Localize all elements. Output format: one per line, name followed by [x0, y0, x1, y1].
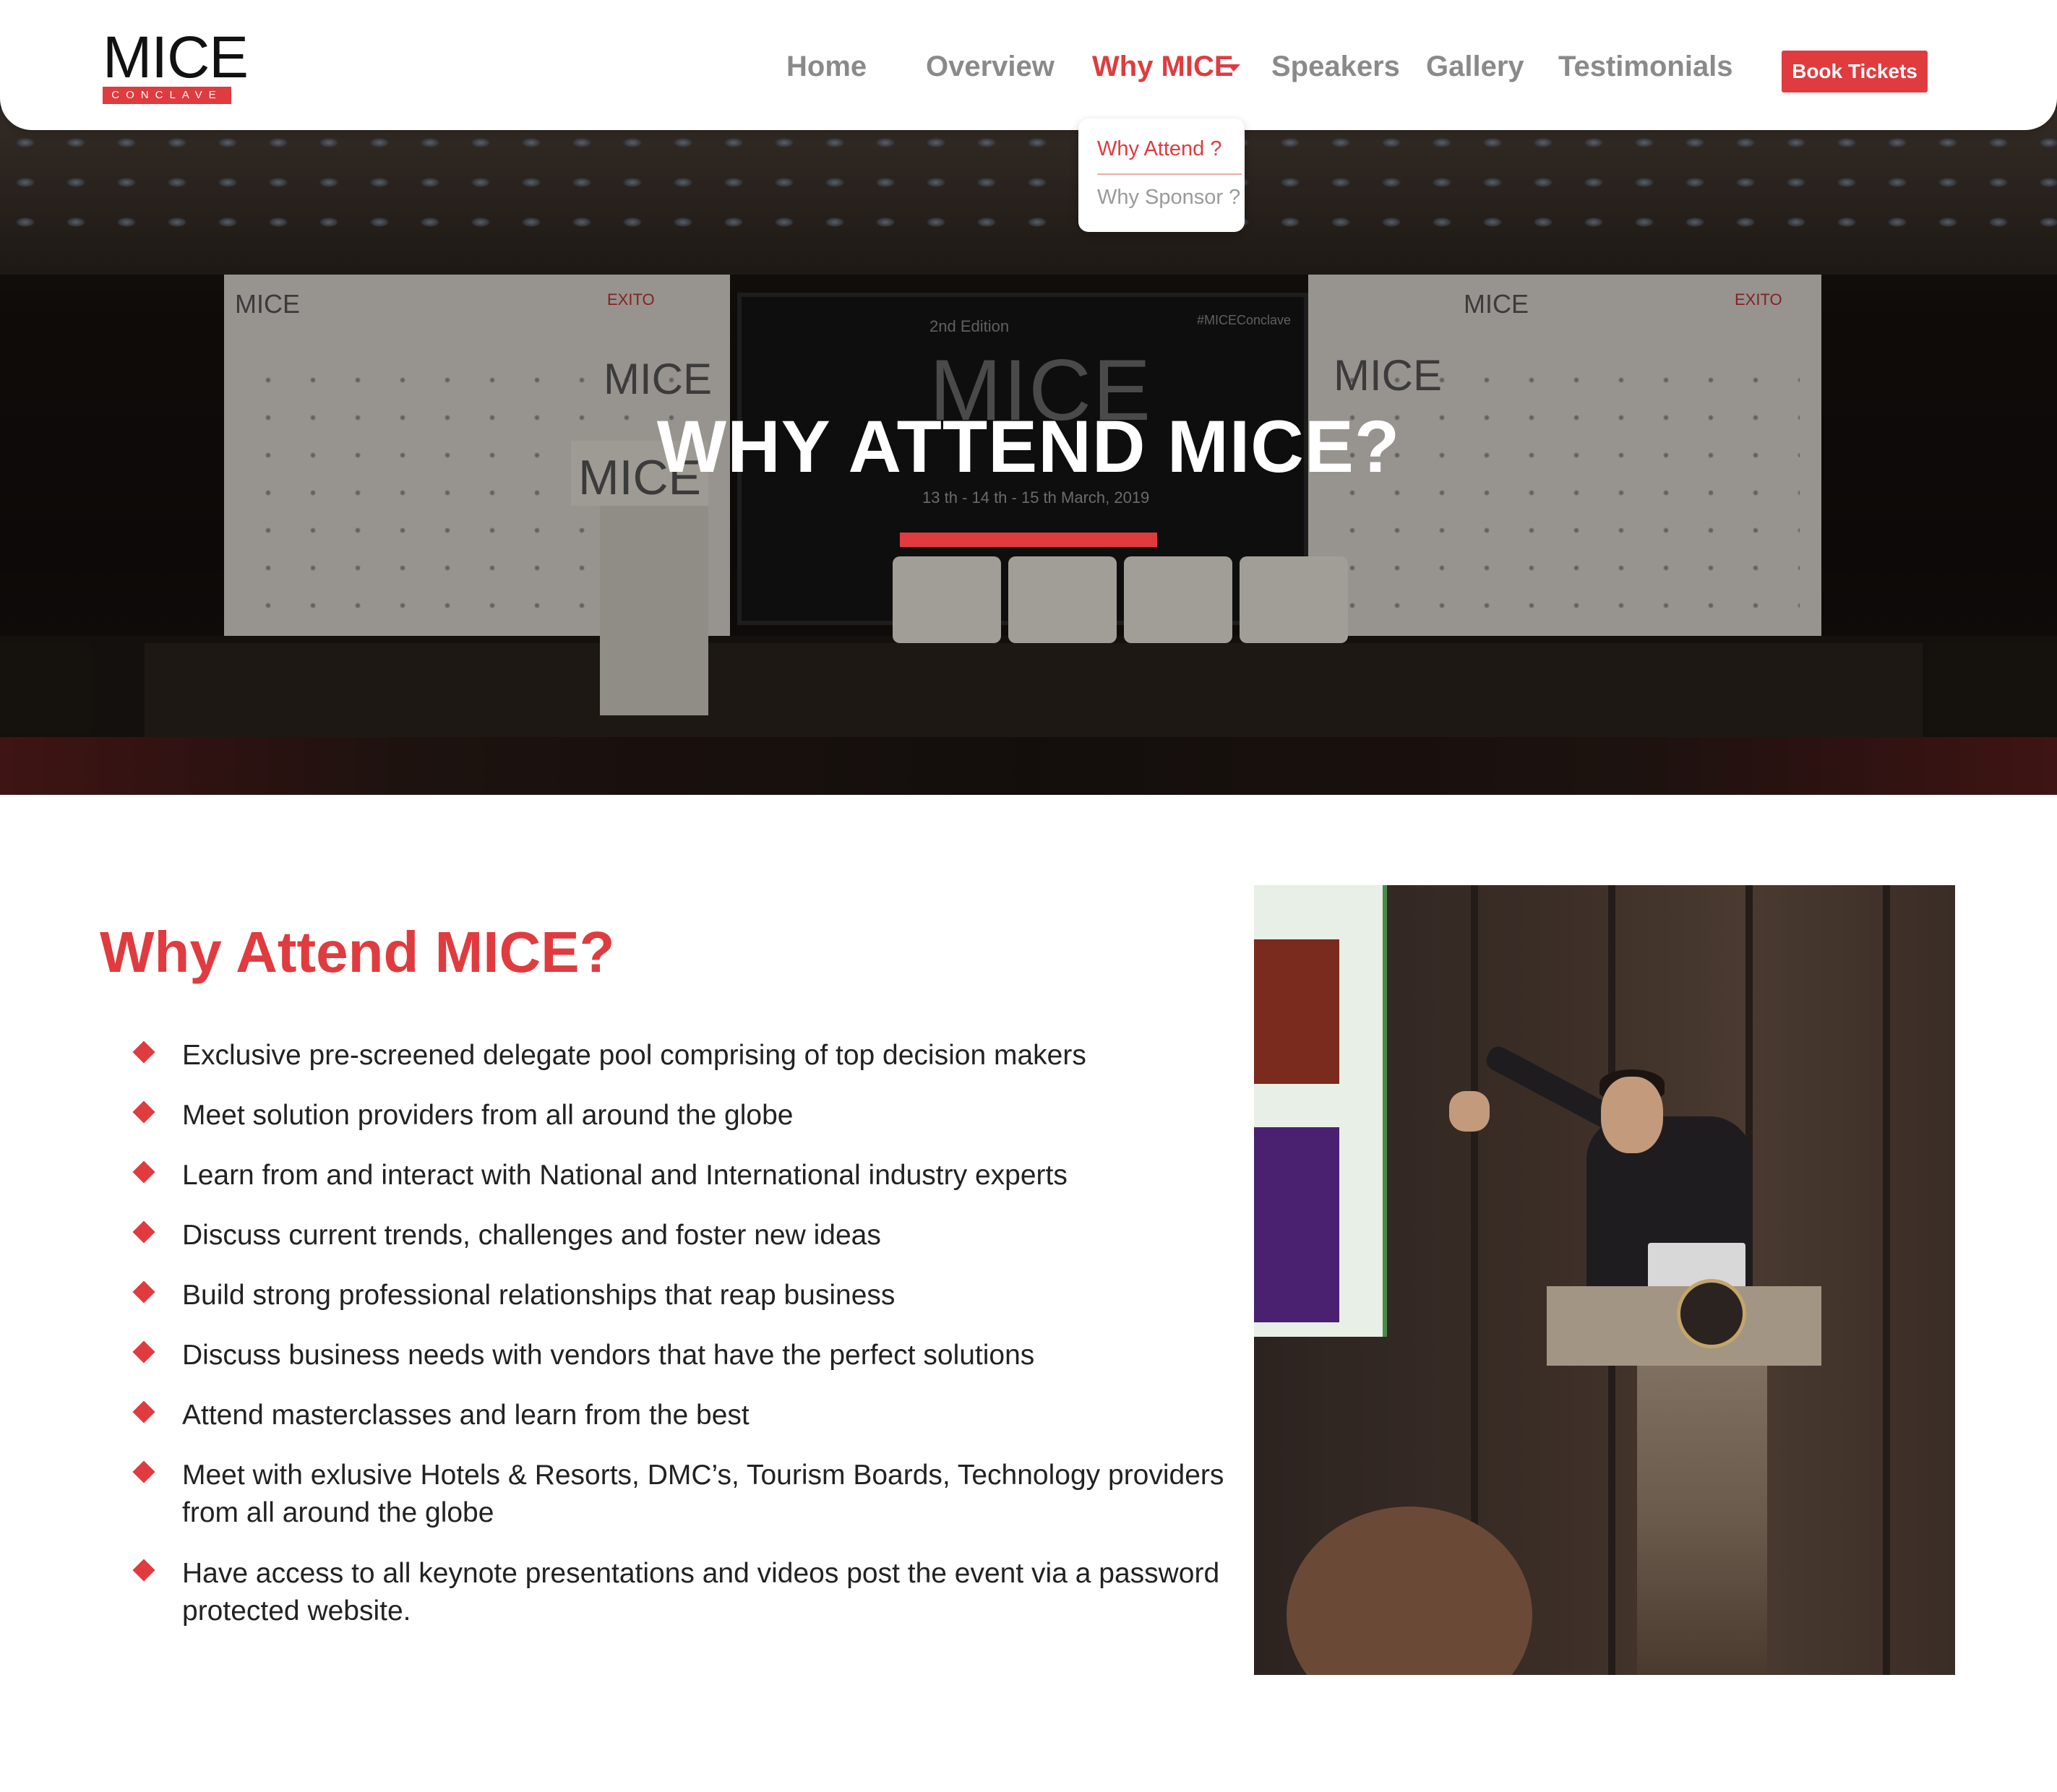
dropdown-item-why-attend[interactable]: Why Attend ?	[1097, 137, 1222, 161]
why-mice-dropdown: Why Attend ? Why Sponsor ?	[1078, 119, 1245, 232]
diamond-bullet-icon	[132, 1460, 155, 1483]
nav-why-mice[interactable]: Why MICE	[1092, 51, 1234, 83]
nav-gallery[interactable]: Gallery	[1426, 51, 1524, 83]
podium-emblem-icon	[1677, 1279, 1746, 1348]
nav-testimonials[interactable]: Testimonials	[1558, 51, 1733, 83]
nav-home[interactable]: Home	[786, 51, 867, 83]
nav-overview[interactable]: Overview	[926, 51, 1055, 83]
brand-logo[interactable]: MICE CONCLAVE	[103, 25, 249, 104]
diamond-bullet-icon	[132, 1220, 155, 1244]
section-title: Why Attend MICE?	[100, 920, 615, 984]
dropdown-divider	[1097, 173, 1242, 175]
logo-subtitle: CONCLAVE	[103, 87, 231, 104]
navbar: MICE CONCLAVE Home Overview Why MICE Spe…	[0, 0, 2057, 130]
diamond-bullet-icon	[132, 1041, 155, 1064]
diamond-bullet-icon	[132, 1340, 155, 1364]
diamond-bullet-icon	[132, 1280, 155, 1304]
speaker-photo	[1254, 885, 1955, 1675]
diamond-bullet-icon	[132, 1100, 155, 1124]
logo-wordmark: MICE	[103, 25, 249, 90]
diamond-bullet-icon	[132, 1559, 155, 1582]
hero-title-underline	[900, 533, 1157, 547]
chevron-down-icon[interactable]	[1227, 64, 1240, 72]
diamond-bullet-icon	[132, 1400, 155, 1423]
diamond-bullet-icon	[132, 1160, 155, 1184]
book-tickets-button[interactable]: Book Tickets	[1782, 51, 1928, 92]
nav-speakers[interactable]: Speakers	[1271, 51, 1400, 83]
hero-title: WHY ATTEND MICE?	[656, 405, 1401, 488]
dropdown-item-why-sponsor[interactable]: Why Sponsor ?	[1097, 186, 1240, 210]
